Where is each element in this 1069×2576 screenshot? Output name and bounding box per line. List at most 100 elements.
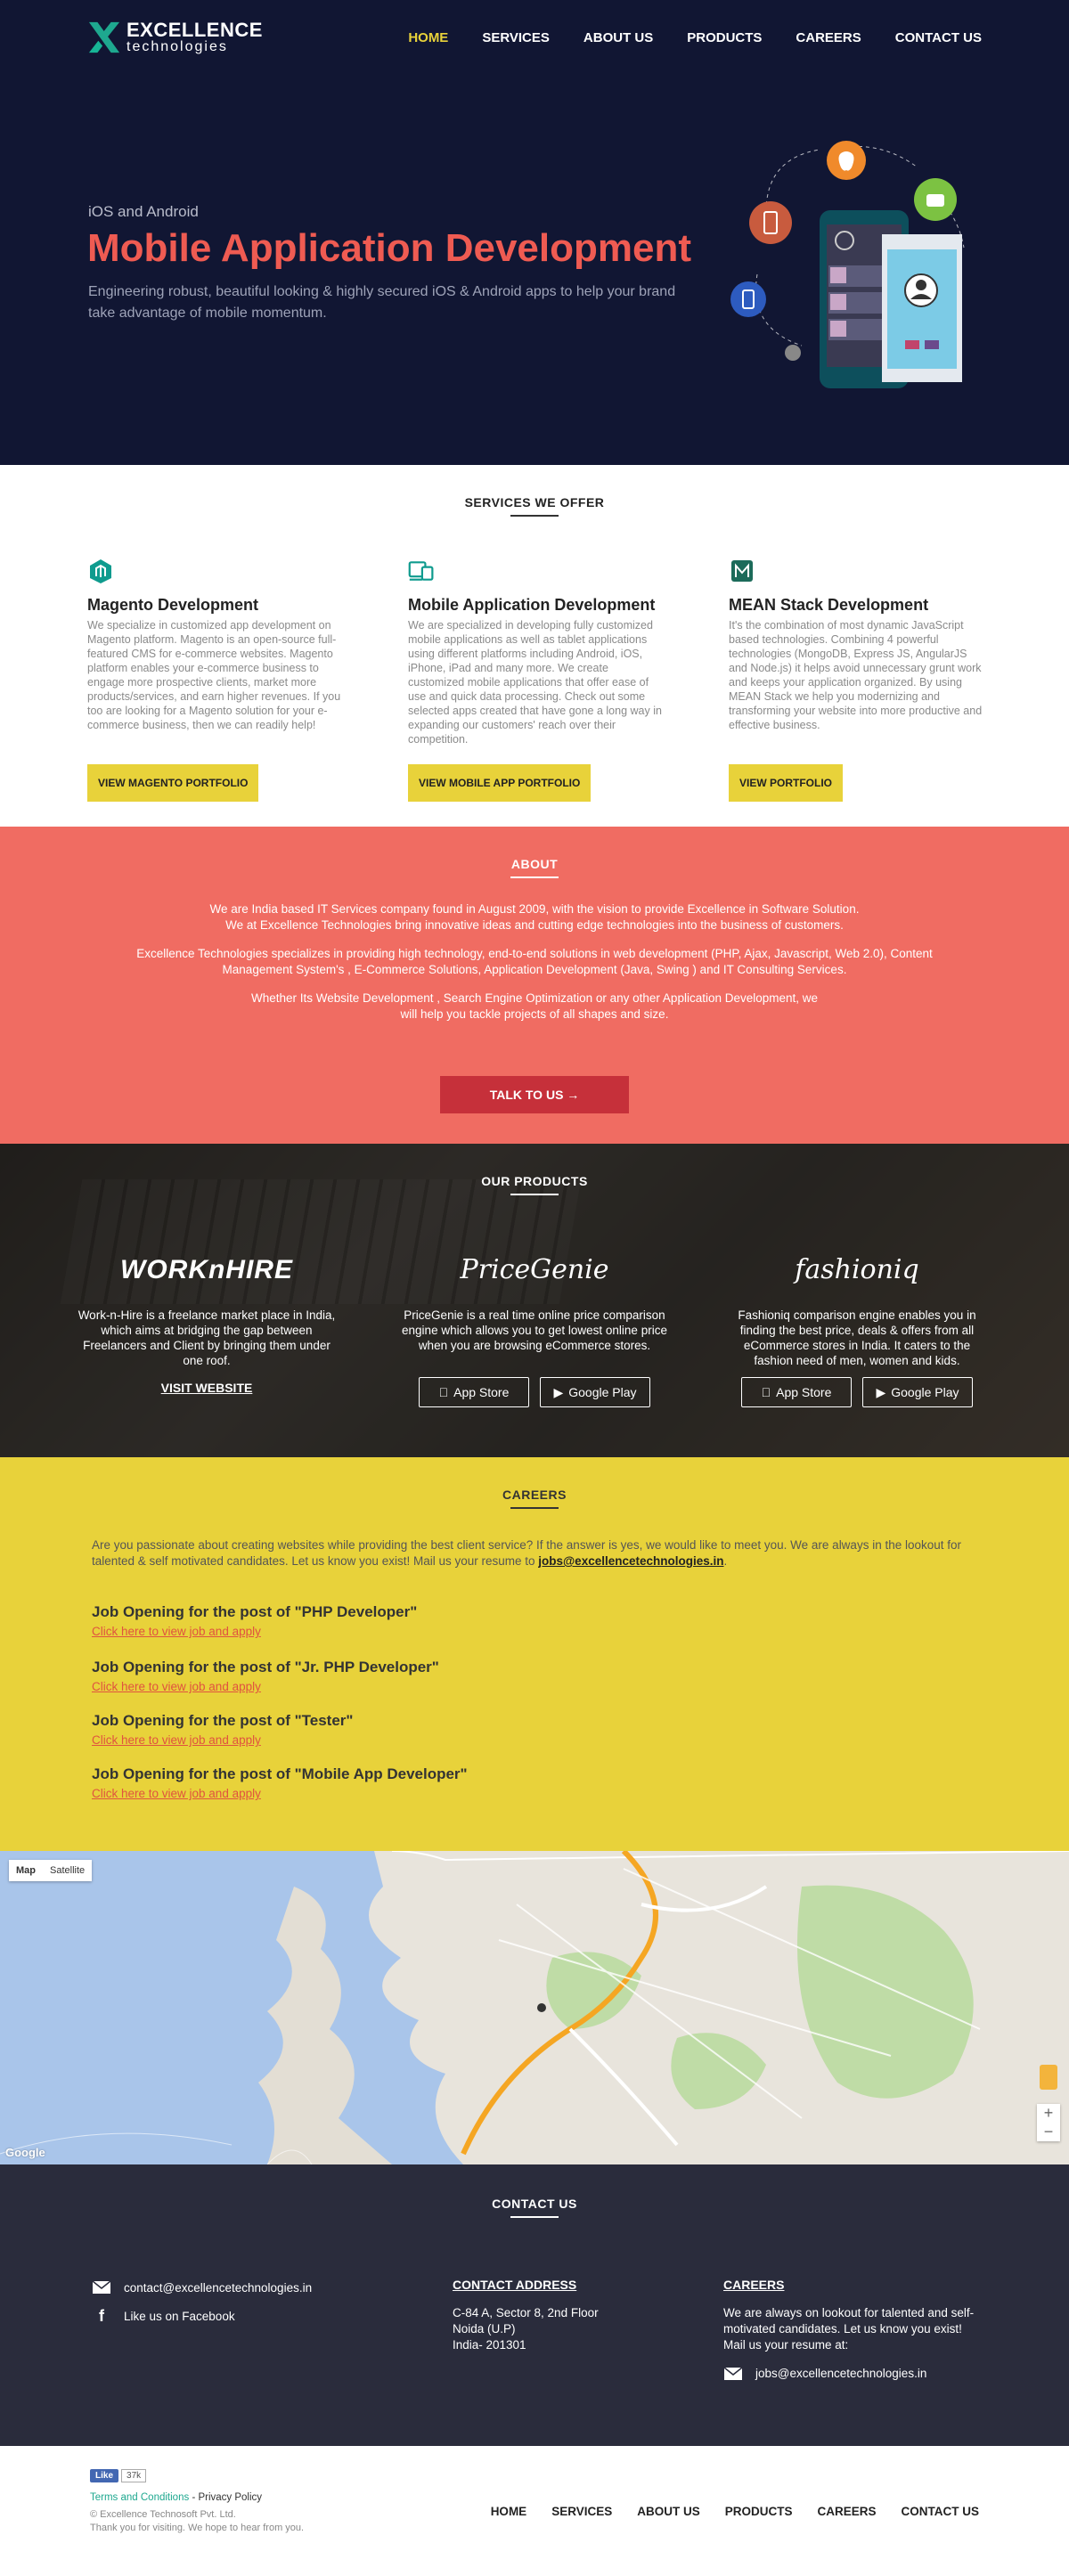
products-section: OUR PRODUCTS WORKnHIRE Work-n-Hire is a … [0, 1144, 1069, 1457]
job-apply-link[interactable]: Click here to view job and apply [92, 1625, 417, 1638]
view-mobile-app-portfolio-button[interactable]: VIEW MOBILE APP PORTFOLIO [408, 764, 592, 802]
job-title: Job Opening for the post of "Tester" [92, 1712, 354, 1729]
careers-intro-text: Are you passionate about creating websit… [92, 1538, 962, 1568]
top-nav: EXCELLENCE technologies HOME SERVICES AB… [0, 0, 1069, 75]
careers-contact-email-link[interactable]: jobs@excellencetechnologies.in [755, 2366, 926, 2382]
footer-legal-links: Terms and Conditions - Privacy Policy [90, 2492, 262, 2503]
service-title: MEAN Stack Development [729, 596, 929, 614]
about-p1: We are India based IT Services company f… [209, 902, 860, 916]
facebook-like-widget: Like 37k [90, 2469, 147, 2482]
footer-nav-home[interactable]: HOME [491, 2505, 527, 2518]
envelope-icon [723, 2367, 743, 2380]
nav-careers[interactable]: CAREERS [796, 30, 861, 45]
service-text: It's the combination of most dynamic Jav… [729, 619, 983, 731]
footer-nav-contact-us[interactable]: CONTACT US [902, 2505, 980, 2518]
title-underline [510, 1507, 559, 1509]
job-title: Job Opening for the post of "PHP Develop… [92, 1603, 418, 1620]
street-view-pegman-icon[interactable] [1040, 2065, 1057, 2090]
service-text: We specialize in customized app developm… [87, 619, 341, 731]
view-portfolio-button[interactable]: VIEW PORTFOLIO [729, 764, 843, 802]
mobile-devices-illustration [730, 141, 965, 388]
fashioniq-logo: fashioniq [795, 1254, 919, 1285]
hero-kicker: iOS and Android [88, 203, 199, 220]
nav-contact-us[interactable]: CONTACT US [895, 30, 982, 45]
logo-line2: technologies [126, 39, 228, 54]
address-title: CONTACT ADDRESS [453, 2278, 577, 2292]
hero-text: Engineering robust, beautiful looking & … [88, 284, 676, 321]
talk-to-us-label: TALK TO US [489, 1088, 564, 1102]
zoom-out-button[interactable]: − [1037, 2123, 1060, 2141]
title-underline [510, 2216, 559, 2218]
google-play-label: Google Play [568, 1385, 637, 1399]
map-type-control: Map Satellite [9, 1860, 93, 1881]
fb-like-count: 37k [121, 2469, 147, 2482]
copyright-text: © Excellence Technosoft Pvt. Ltd. [90, 2509, 236, 2520]
service-magento: Magento Development We specialize in cus… [87, 558, 344, 802]
nav-about-us[interactable]: ABOUT US [583, 30, 653, 45]
facebook-icon: f [99, 2307, 104, 2325]
footer-nav-products[interactable]: PRODUCTS [725, 2505, 793, 2518]
app-store-label: App Store [448, 1385, 509, 1399]
contact-email-row: contact@excellencetechnologies.in [92, 2280, 312, 2295]
google-logo: Google [5, 2146, 45, 2159]
pricegenie-logo: PriceGenie [460, 1254, 609, 1285]
contact-email-link[interactable]: contact@excellencetechnologies.in [124, 2281, 312, 2295]
nav-services[interactable]: SERVICES [482, 30, 550, 45]
title-underline [510, 515, 559, 517]
job-title: Job Opening for the post of "Mobile App … [92, 1765, 468, 1782]
view-magento-portfolio-button[interactable]: VIEW MAGENTO PORTFOLIO [87, 764, 259, 802]
footer-nav-careers[interactable]: CAREERS [817, 2505, 876, 2518]
zoom-in-button[interactable]: + [1037, 2104, 1060, 2123]
job-apply-link[interactable]: Click here to view job and apply [92, 1680, 439, 1693]
product-text: Fashioniq comparison engine enables you … [738, 1308, 976, 1367]
privacy-link[interactable]: - Privacy Policy [192, 2492, 262, 2503]
nav-home[interactable]: HOME [408, 30, 448, 45]
job-opening: Job Opening for the post of "Tester" Cli… [92, 1712, 353, 1747]
map-tiles [0, 1851, 1069, 2164]
map-type-map[interactable]: Map [9, 1860, 43, 1881]
careers-heading: CAREERS [723, 2278, 785, 2292]
logo-line1: EXCELLENCE [126, 19, 263, 41]
service-title: Magento Development [87, 596, 259, 614]
google-play-button[interactable]: ▶ Google Play [540, 1377, 650, 1407]
hero-banner: iOS and Android Mobile Application Devel… [0, 75, 1069, 465]
about-p2: We at Excellence Technologies bring inno… [225, 918, 844, 932]
title-underline [510, 876, 559, 878]
job-apply-link[interactable]: Click here to view job and apply [92, 1787, 468, 1800]
service-title: Mobile Application Development [408, 596, 656, 614]
apple-icon:  [439, 1385, 449, 1399]
map-type-satellite[interactable]: Satellite [43, 1860, 92, 1881]
service-mobile: Mobile Application Development We are sp… [408, 558, 665, 802]
app-store-button[interactable]: App Store [419, 1377, 529, 1407]
services-section: SERVICES WE OFFER Magento Development We… [0, 465, 1069, 827]
careers-email-link[interactable]: jobs@excellencetechnologies.in [538, 1554, 723, 1568]
google-play-button[interactable]: ▶ Google Play [862, 1377, 973, 1407]
contact-title: CONTACT US [492, 2197, 577, 2211]
fb-like-button[interactable]: Like [90, 2469, 119, 2482]
terms-link[interactable]: Terms and Conditions [90, 2492, 189, 2503]
app-store-button[interactable]: App Store [741, 1377, 852, 1407]
address-line3: India- 201301 [453, 2338, 526, 2352]
job-opening: Job Opening for the post of "Mobile App … [92, 1765, 468, 1800]
apple-icon:  [762, 1385, 771, 1399]
job-title: Job Opening for the post of "Jr. PHP Dev… [92, 1659, 439, 1675]
service-text: We are specialized in developing fully c… [408, 619, 662, 746]
job-apply-link[interactable]: Click here to view job and apply [92, 1733, 353, 1747]
facebook-link[interactable]: Like us on Facebook [124, 2310, 235, 2323]
careers-title: CAREERS [502, 1488, 567, 1502]
work-n-hire-logo: WORKnHIRE [120, 1255, 293, 1284]
google-play-label: Google Play [891, 1385, 959, 1399]
nav-products[interactable]: PRODUCTS [687, 30, 762, 45]
product-pricegenie: PriceGenie PriceGenie is a real time onl… [401, 1249, 668, 1407]
location-map[interactable]: Map Satellite + − Google [0, 1851, 1069, 2164]
careers-section: CAREERS Are you passionate about creatin… [0, 1457, 1069, 1851]
store-buttons: App Store ▶ Google Play [401, 1377, 668, 1407]
visit-website-link[interactable]: VISIT WEBSITE [161, 1381, 253, 1395]
services-title: SERVICES WE OFFER [464, 495, 605, 509]
logo[interactable]: EXCELLENCE technologies [87, 20, 263, 54]
footer-nav-about-us[interactable]: ABOUT US [637, 2505, 700, 2518]
footer-nav-services[interactable]: SERVICES [551, 2505, 612, 2518]
logo-mark-icon [88, 21, 120, 53]
talk-to-us-button[interactable]: TALK TO US → [440, 1076, 629, 1113]
footer-copyright: © Excellence Technosoft Pvt. Ltd. Thank … [90, 2508, 304, 2535]
